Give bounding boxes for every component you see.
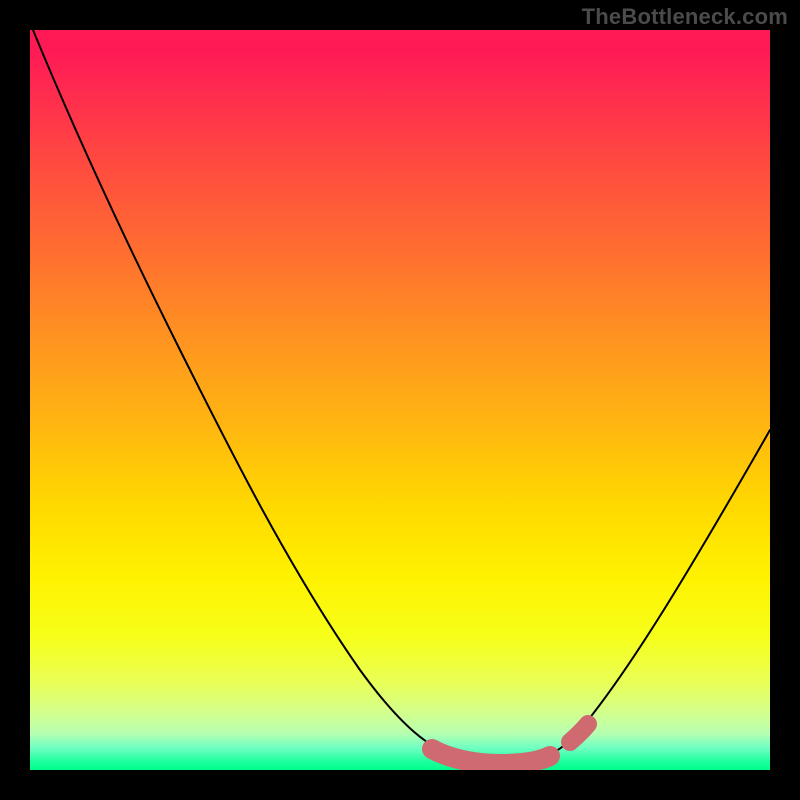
bottleneck-curve	[33, 30, 770, 763]
chart-frame: TheBottleneck.com	[0, 0, 800, 800]
plot-area	[30, 30, 770, 770]
optimal-band-main	[432, 749, 550, 764]
optimal-band-right	[570, 724, 588, 742]
watermark-text: TheBottleneck.com	[582, 4, 788, 30]
curve-layer	[30, 30, 770, 770]
